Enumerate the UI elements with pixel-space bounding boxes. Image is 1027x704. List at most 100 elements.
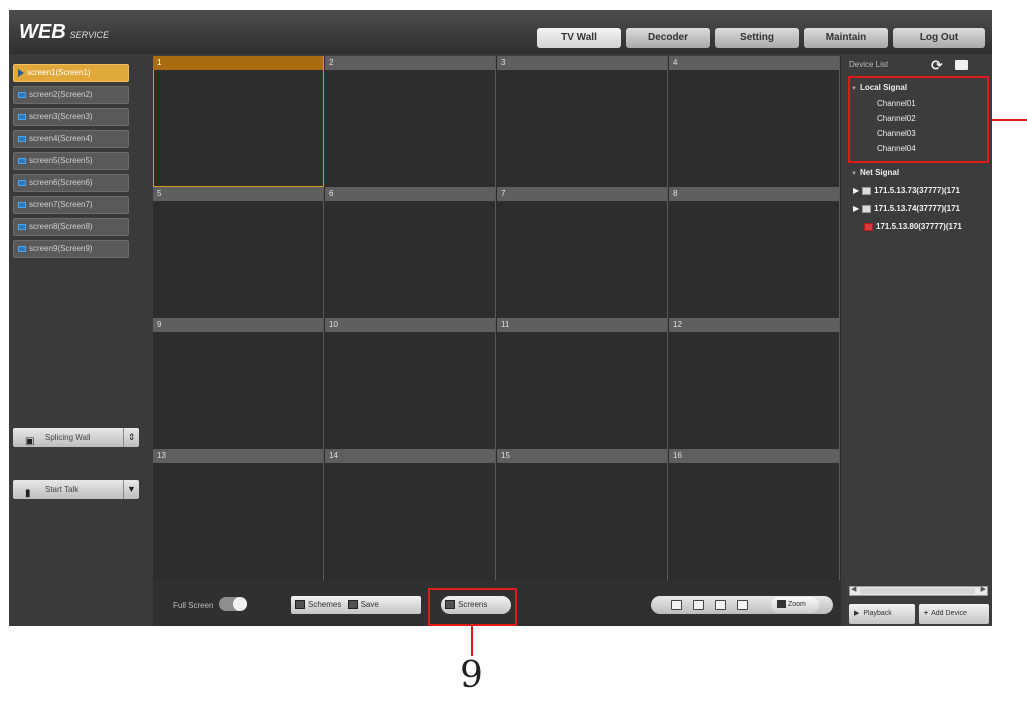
scroll-right-icon[interactable]: ▶ bbox=[981, 585, 986, 593]
split-1-icon[interactable] bbox=[671, 600, 682, 610]
logo-text: WEB bbox=[19, 21, 66, 43]
cell-number: 8 bbox=[669, 187, 839, 201]
schemes-label: Schemes bbox=[308, 600, 342, 609]
callout-line bbox=[992, 119, 1027, 121]
toggle-knob bbox=[233, 597, 247, 611]
grid-cell-8[interactable]: 8 bbox=[669, 187, 840, 318]
screen-item-label: screen5(Screen5) bbox=[29, 156, 93, 165]
add-device-button[interactable]: + Add Device bbox=[919, 604, 989, 624]
grid-cell-12[interactable]: 12 bbox=[669, 318, 840, 449]
screen-item-label: screen9(Screen9) bbox=[29, 244, 93, 253]
cell-number: 7 bbox=[497, 187, 667, 201]
horizontal-scrollbar[interactable]: ◀ ▶ bbox=[849, 586, 988, 596]
grid-cell-1[interactable]: 1 bbox=[153, 56, 324, 187]
split-9-icon[interactable] bbox=[715, 600, 726, 610]
logo-subtext: SERVICE bbox=[69, 30, 110, 40]
log-out-button[interactable]: Log Out bbox=[893, 28, 985, 48]
grid-cell-13[interactable]: 13 bbox=[153, 449, 324, 580]
grid-cell-9[interactable]: 9 bbox=[153, 318, 324, 449]
monitor-icon bbox=[18, 179, 26, 186]
schemes-save-group: Schemes Save bbox=[291, 596, 421, 614]
monitor-icon bbox=[18, 113, 26, 120]
splicing-wall-select[interactable]: ▣ Splicing Wall ⇕ bbox=[13, 428, 139, 447]
tab-decoder[interactable]: Decoder bbox=[626, 28, 710, 48]
cell-number: 5 bbox=[153, 187, 323, 201]
zoom-button[interactable]: Zoom bbox=[771, 597, 819, 613]
screen-item-9[interactable]: screen9(Screen9) bbox=[13, 240, 129, 258]
full-screen-toggle[interactable] bbox=[219, 597, 247, 611]
monitor-icon bbox=[18, 245, 26, 252]
device-icon bbox=[862, 186, 872, 195]
cell-number: 1 bbox=[153, 56, 323, 70]
screen-item-label: screen7(Screen7) bbox=[29, 200, 93, 209]
monitor-icon bbox=[18, 91, 26, 98]
screen-item-3[interactable]: screen3(Screen3) bbox=[13, 108, 129, 126]
device-list-title: Device List bbox=[849, 60, 889, 69]
screen-item-1[interactable]: screen1(Screen1) bbox=[13, 64, 129, 82]
tab-setting[interactable]: Setting bbox=[715, 28, 799, 48]
grid-cell-16[interactable]: 16 bbox=[669, 449, 840, 580]
cell-number: 16 bbox=[669, 449, 839, 463]
playback-button[interactable]: ▶ Playback bbox=[849, 604, 915, 624]
screen-item-label: screen4(Screen4) bbox=[29, 134, 93, 143]
cell-number: 6 bbox=[325, 187, 495, 201]
net-device-label: 171.5.13.73(37777)(171 bbox=[874, 186, 961, 195]
split-16-icon[interactable] bbox=[737, 600, 748, 610]
refresh-icon[interactable]: ⟳ bbox=[931, 57, 943, 74]
start-talk-label: Start Talk bbox=[45, 485, 79, 494]
add-device-label: Add Device bbox=[931, 610, 967, 617]
updown-arrow-icon[interactable]: ⇕ bbox=[123, 428, 139, 447]
grid-cell-10[interactable]: 10 bbox=[325, 318, 496, 449]
screen-item-7[interactable]: screen7(Screen7) bbox=[13, 196, 129, 214]
video-wall-grid: 1 2 3 4 5 6 7 8 9 10 11 12 13 14 15 16 bbox=[153, 56, 841, 580]
full-screen-label: Full Screen bbox=[173, 601, 214, 610]
screen-item-4[interactable]: screen4(Screen4) bbox=[13, 130, 129, 148]
grid-cell-6[interactable]: 6 bbox=[325, 187, 496, 318]
callout-line bbox=[471, 626, 473, 656]
tab-maintain[interactable]: Maintain bbox=[804, 28, 888, 48]
grid-cell-15[interactable]: 15 bbox=[497, 449, 668, 580]
screen-item-6[interactable]: screen6(Screen6) bbox=[13, 174, 129, 192]
net-device-3[interactable]: 171.5.13.80(37777)(171 bbox=[861, 222, 962, 231]
layout-split-group: Zoom bbox=[651, 596, 833, 614]
net-device-2[interactable]: ▶ 171.5.13.74(37777)(171 bbox=[853, 204, 960, 213]
screen-item-2[interactable]: screen2(Screen2) bbox=[13, 86, 129, 104]
cell-number: 15 bbox=[497, 449, 667, 463]
grid-cell-4[interactable]: 4 bbox=[669, 56, 840, 187]
folder-icon[interactable] bbox=[955, 60, 968, 70]
grid-cell-7[interactable]: 7 bbox=[497, 187, 668, 318]
tab-tv-wall[interactable]: TV Wall bbox=[537, 28, 621, 48]
screen-item-8[interactable]: screen8(Screen8) bbox=[13, 218, 129, 236]
start-talk-button[interactable]: ▮ Start Talk ▼ bbox=[13, 480, 139, 499]
playback-icon: ▶ bbox=[854, 610, 860, 617]
dropdown-arrow-icon[interactable]: ▼ bbox=[123, 480, 139, 499]
screen-item-5[interactable]: screen5(Screen5) bbox=[13, 152, 129, 170]
grid-cell-5[interactable]: 5 bbox=[153, 187, 324, 318]
net-signal-label: Net Signal bbox=[859, 168, 900, 177]
plus-icon: + bbox=[924, 610, 929, 617]
cell-number: 2 bbox=[325, 56, 495, 70]
cell-number: 3 bbox=[497, 56, 667, 70]
local-signal-highlight-box bbox=[848, 76, 989, 163]
expand-arrow-icon[interactable]: ▶ bbox=[853, 186, 859, 195]
net-signal-node[interactable]: ▼ Net Signal bbox=[851, 168, 899, 177]
grid-cell-3[interactable]: 3 bbox=[497, 56, 668, 187]
scrollbar-thumb[interactable] bbox=[860, 588, 975, 594]
cell-number: 9 bbox=[153, 318, 323, 332]
playback-label: Playback bbox=[863, 610, 892, 617]
grid-cell-2[interactable]: 2 bbox=[325, 56, 496, 187]
screen-item-label: screen2(Screen2) bbox=[29, 90, 93, 99]
cell-number: 12 bbox=[669, 318, 839, 332]
schemes-button[interactable]: Schemes bbox=[291, 600, 342, 610]
expand-triangle-icon: ▼ bbox=[851, 171, 857, 177]
tv-wall-app: WEB SERVICE TV Wall Decoder Setting Maint… bbox=[9, 10, 992, 626]
save-icon bbox=[347, 600, 358, 610]
expand-arrow-icon[interactable]: ▶ bbox=[853, 204, 859, 213]
callout-number: 9 bbox=[460, 655, 483, 696]
split-4-icon[interactable] bbox=[693, 600, 704, 610]
save-button[interactable]: Save bbox=[344, 600, 379, 610]
scroll-left-icon[interactable]: ◀ bbox=[851, 585, 856, 593]
net-device-1[interactable]: ▶ 171.5.13.73(37777)(171 bbox=[853, 186, 960, 195]
grid-cell-14[interactable]: 14 bbox=[325, 449, 496, 580]
grid-cell-11[interactable]: 11 bbox=[497, 318, 668, 449]
